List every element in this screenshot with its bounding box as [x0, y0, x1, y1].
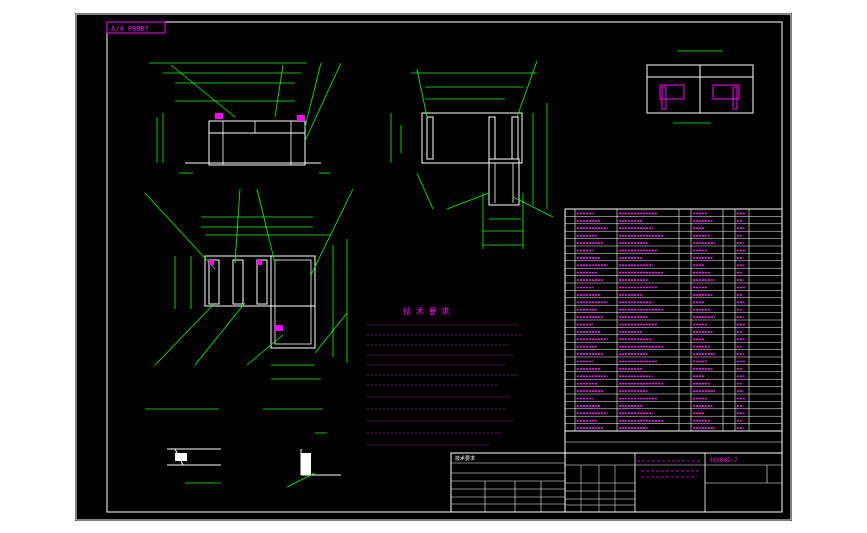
parts-list-table [564, 208, 783, 432]
section-views [646, 50, 754, 124]
middle-left-view [144, 188, 354, 380]
top-left-view [149, 62, 342, 174]
top-middle-view [390, 60, 554, 249]
bottom-left-details [145, 408, 341, 488]
corner-tag-text: A/4 P80B7 [111, 25, 149, 33]
title-block: 技术要求 JXX082-7 [450, 431, 783, 513]
tech-req-title: 技 术 要 求 [403, 306, 449, 316]
title-block-notes-header: 技术要求 [455, 455, 475, 462]
cad-drawing: A/4 P80B7 技 术 要 求 技术要求 JXX082-7 [75, 13, 792, 521]
drawing-canvas[interactable]: A/4 P80B7 技 术 要 求 技术要求 JXX082-7 [75, 13, 792, 521]
technical-requirements: 技 术 要 求 [367, 306, 521, 446]
table-header-row [564, 430, 783, 454]
drawing-number: JXX082-7 [709, 457, 738, 464]
cad-viewer: A/4 P80B7 技 术 要 求 技术要求 JXX082-7 [0, 0, 867, 533]
